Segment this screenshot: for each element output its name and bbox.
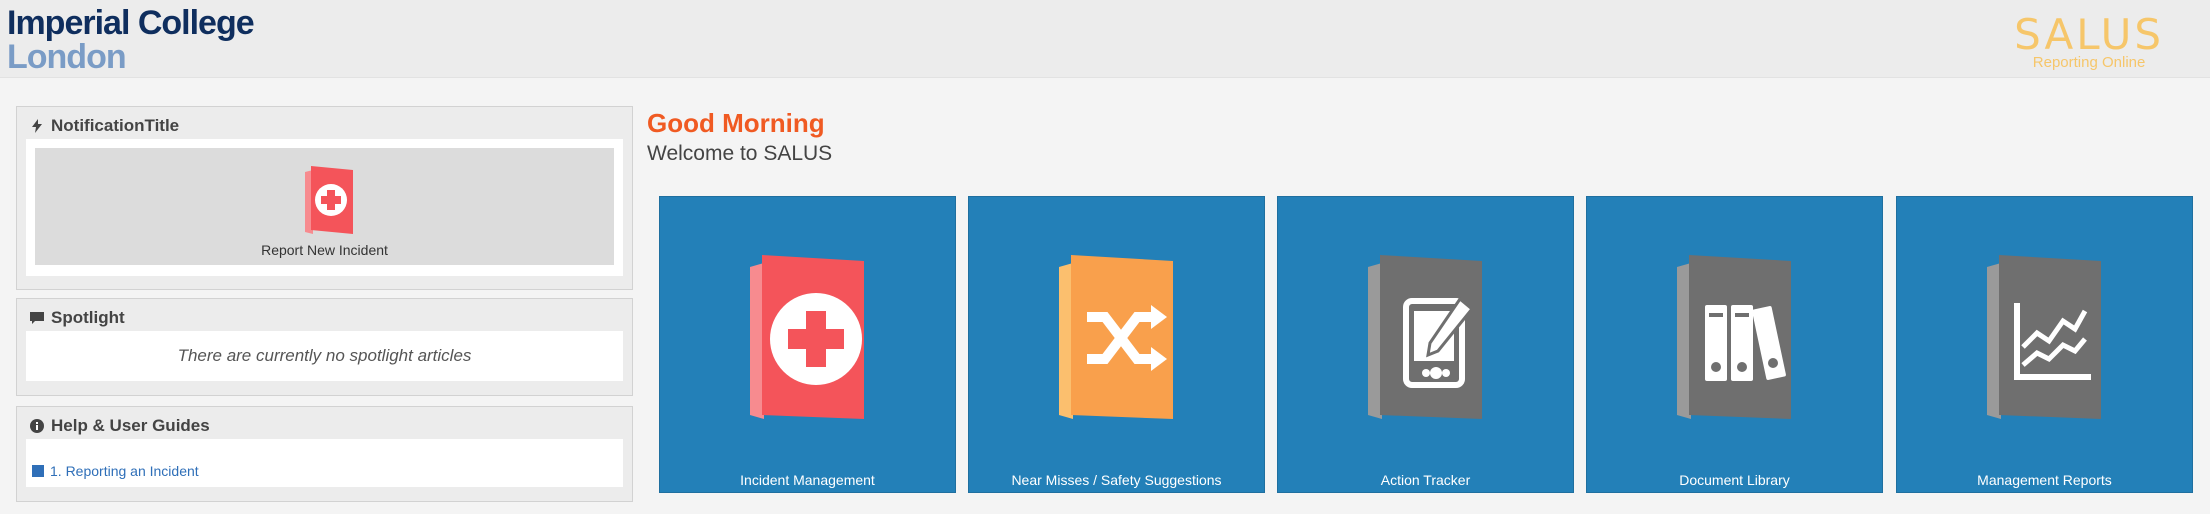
- tile-near-misses[interactable]: Near Misses / Safety Suggestions: [968, 196, 1265, 493]
- first-aid-book-icon: [750, 255, 864, 419]
- line-chart-icon: [1987, 255, 2101, 419]
- guide-bullet-icon: [32, 464, 44, 477]
- logo-line-2: London: [7, 38, 127, 76]
- report-new-incident-label: Report New Incident: [261, 242, 388, 258]
- logo-line-1: Imperial College: [7, 4, 255, 42]
- shuffle-book-icon: [1059, 255, 1173, 419]
- spotlight-header: Spotlight: [17, 299, 632, 331]
- binders-icon: [1677, 255, 1791, 419]
- spotlight-empty-message: There are currently no spotlight article…: [26, 331, 623, 381]
- notification-panel: NotificationTitle Report New Incident: [16, 106, 633, 290]
- tile-label: Management Reports: [1977, 472, 2112, 488]
- tile-label: Action Tracker: [1380, 472, 1471, 488]
- help-title: Help & User Guides: [51, 416, 210, 435]
- guide-link-reporting-incident[interactable]: 1. Reporting an Incident: [50, 463, 199, 479]
- tile-label: Near Misses / Safety Suggestions: [1011, 472, 1222, 488]
- tile-management-reports[interactable]: Management Reports: [1896, 196, 2193, 493]
- greeting-heading: Good Morning: [647, 108, 825, 138]
- spotlight-panel: Spotlight There are currently no spotlig…: [16, 298, 633, 396]
- tile-document-library[interactable]: Document Library: [1586, 196, 1883, 493]
- tile-label: Document Library: [1679, 472, 1790, 488]
- tablet-pen-icon: [1368, 255, 1482, 419]
- info-icon: [30, 419, 44, 433]
- notification-title: NotificationTitle: [51, 116, 180, 135]
- lightning-icon: [32, 119, 42, 133]
- salus-logo: SALUS Reporting Online: [2014, 10, 2164, 71]
- first-aid-book-icon: [305, 166, 353, 234]
- notification-body: Report New Incident: [26, 139, 623, 276]
- notification-header: NotificationTitle: [17, 107, 632, 139]
- salus-brand-name: SALUS: [2014, 10, 2164, 59]
- spotlight-title: Spotlight: [51, 308, 125, 327]
- imperial-logo[interactable]: Imperial College London: [7, 4, 255, 76]
- welcome-text: Welcome to SALUS: [647, 142, 833, 165]
- report-new-incident-button[interactable]: Report New Incident: [35, 148, 614, 265]
- salus-tagline: Reporting Online: [2032, 54, 2146, 71]
- help-panel: Help & User Guides 1. Reporting an Incid…: [16, 406, 633, 502]
- top-bar: Imperial College London SALUS Reporting …: [0, 0, 2210, 78]
- tile-incident-management[interactable]: Incident Management: [659, 196, 956, 493]
- tile-label: Incident Management: [740, 472, 875, 488]
- help-header: Help & User Guides: [17, 407, 632, 439]
- help-list: 1. Reporting an Incident: [26, 439, 623, 487]
- tile-action-tracker[interactable]: Action Tracker: [1277, 196, 1574, 493]
- speech-bubble-icon: [30, 312, 44, 324]
